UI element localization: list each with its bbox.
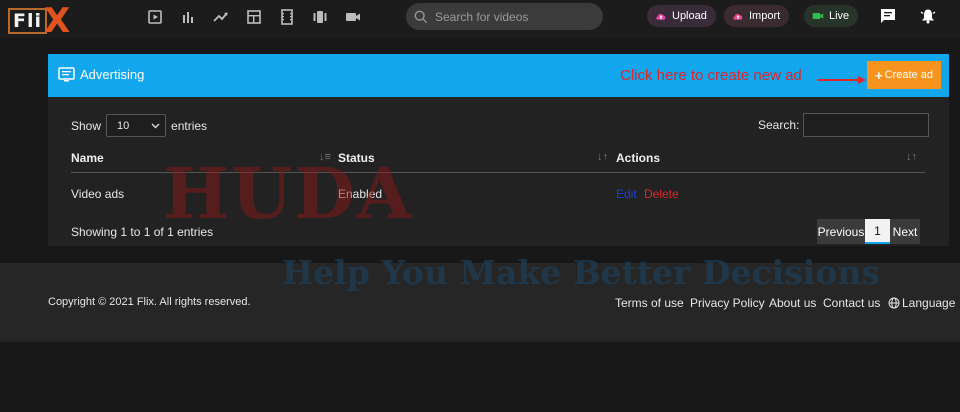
sort-icon[interactable]: ↓↑: [597, 151, 608, 163]
entries-label: entries: [171, 118, 208, 133]
search-input[interactable]: [435, 9, 595, 24]
video-camera-icon[interactable]: [336, 7, 369, 27]
panel-header: Advertising Click here to create new ad …: [48, 54, 949, 97]
language-label: Language: [902, 296, 956, 310]
table-search-input[interactable]: [803, 113, 930, 137]
footer-link-terms[interactable]: Terms of use: [615, 296, 684, 310]
create-ad-label: Create ad: [884, 69, 933, 81]
globe-icon: [888, 297, 900, 309]
panel-title-text: Advertising: [80, 67, 145, 82]
live-label: Live: [829, 10, 850, 22]
nav-icons: [138, 7, 369, 27]
edit-link[interactable]: Edit: [616, 187, 637, 201]
live-button[interactable]: Live: [804, 5, 859, 27]
footer: Copyright © 2021 Flix. All rights reserv…: [0, 263, 960, 342]
panel-title: Advertising: [58, 67, 144, 82]
trending-icon[interactable]: [204, 7, 237, 27]
playlist-icon[interactable]: [138, 7, 171, 27]
chevron-down-icon: [151, 123, 160, 128]
cloud-import-icon: [733, 13, 743, 20]
bar-chart-icon[interactable]: [171, 7, 204, 27]
layout-icon[interactable]: [237, 7, 270, 27]
logo-x: X: [44, 1, 71, 41]
flix-logo[interactable]: Fli X: [8, 4, 70, 38]
table-search: Search:: [758, 113, 930, 137]
upload-label: Upload: [672, 10, 707, 22]
advertising-panel: Advertising Click here to create new ad …: [48, 54, 949, 246]
messages-icon[interactable]: [880, 8, 898, 26]
entries-value: 10: [117, 119, 130, 132]
advertising-icon: [58, 67, 75, 82]
top-navbar: Fli X Upload Import: [0, 0, 960, 38]
row-status: Enabled: [338, 187, 383, 201]
footer-link-contact[interactable]: Contact us: [823, 296, 880, 310]
plus-icon: +: [875, 67, 883, 83]
film-icon[interactable]: [270, 7, 303, 27]
live-camera-icon: [812, 13, 824, 19]
entries-length-control: Show 10 entries: [71, 114, 207, 137]
footer-link-about[interactable]: About us: [769, 296, 816, 310]
annotation-text: Click here to create new ad: [620, 67, 802, 84]
delete-link[interactable]: Delete: [644, 187, 679, 201]
import-label: Import: [749, 10, 781, 22]
column-header-status[interactable]: Status: [338, 151, 375, 165]
carousel-icon[interactable]: [303, 7, 336, 27]
previous-page-button[interactable]: Previous: [817, 219, 865, 244]
sort-icon[interactable]: ↓↑: [906, 151, 917, 163]
upload-button[interactable]: Upload: [647, 5, 716, 27]
row-name: Video ads: [71, 187, 125, 201]
create-ad-button[interactable]: + Create ad: [867, 61, 941, 89]
column-header-name[interactable]: Name: [71, 151, 104, 165]
cloud-upload-icon: [656, 13, 666, 20]
show-label: Show: [71, 118, 102, 133]
table-search-label: Search:: [758, 118, 800, 132]
search-icon: [414, 10, 428, 23]
language-selector[interactable]: Language: [888, 296, 955, 310]
sort-desc-icon[interactable]: ↓≡: [319, 151, 331, 163]
column-header-actions[interactable]: Actions: [616, 151, 660, 165]
entries-select[interactable]: 10: [106, 114, 167, 137]
search-bar[interactable]: [406, 3, 603, 30]
footer-link-privacy[interactable]: Privacy Policy: [690, 296, 765, 310]
table-info: Showing 1 to 1 of 1 entries: [71, 225, 214, 239]
pagination: Previous 1 Next: [817, 219, 920, 244]
notification-bell-icon[interactable]: [920, 8, 938, 26]
current-page-button[interactable]: 1: [865, 219, 890, 244]
next-page-button[interactable]: Next: [890, 219, 920, 244]
copyright-text: Copyright © 2021 Flix. All rights reserv…: [48, 296, 251, 308]
annotation-arrow-icon: [817, 76, 866, 84]
import-button[interactable]: Import: [724, 5, 790, 27]
logo-text: Fli: [8, 8, 48, 34]
header-divider: [71, 172, 925, 173]
